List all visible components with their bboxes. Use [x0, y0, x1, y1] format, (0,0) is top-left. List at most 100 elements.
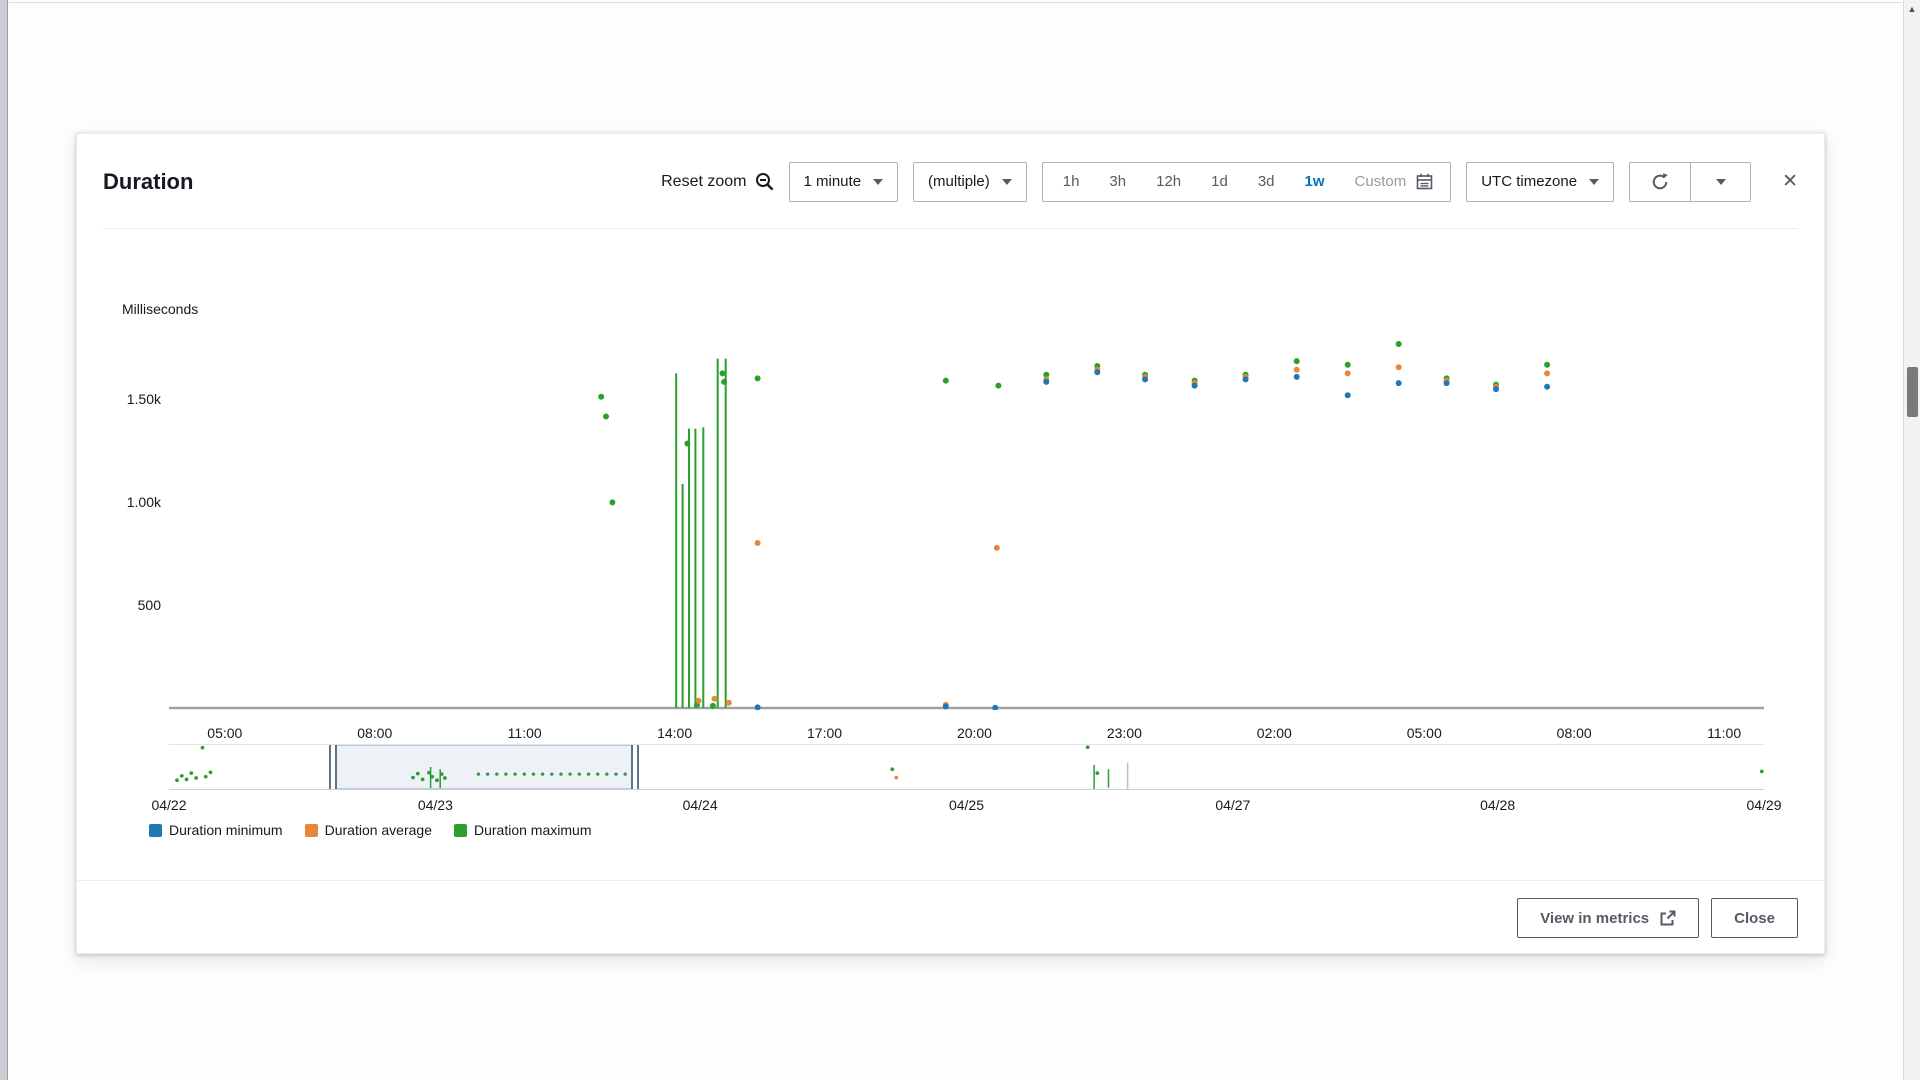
- zoom-out-icon: [755, 172, 774, 191]
- timeline-dot: [890, 767, 894, 771]
- scrollbar-thumb[interactable]: [1907, 367, 1918, 417]
- point-maximum: [1544, 362, 1550, 368]
- x-tick-label: 05:00: [190, 725, 260, 741]
- x-tick-label: 17:00: [790, 725, 860, 741]
- view-in-metrics-button[interactable]: View in metrics: [1517, 898, 1699, 938]
- point-minimum: [1094, 369, 1100, 375]
- point-maximum: [755, 375, 761, 381]
- timeline-dot: [1760, 770, 1764, 774]
- legend-label: Duration minimum: [169, 822, 283, 838]
- range-custom[interactable]: Custom: [1340, 163, 1415, 201]
- timeline-dot: [1086, 745, 1090, 749]
- legend-item[interactable]: Duration minimum: [149, 822, 283, 838]
- point-minimum: [1444, 380, 1450, 386]
- range-3h[interactable]: 3h: [1094, 163, 1141, 201]
- point-average: [1294, 367, 1300, 373]
- range-1w[interactable]: 1w: [1290, 163, 1340, 201]
- point-minimum: [1192, 383, 1198, 389]
- chart-plot-area[interactable]: [169, 229, 1764, 710]
- duration-metric-modal: Duration Reset zoom 1 minute (multiple) …: [76, 133, 1825, 954]
- point-maximum: [1294, 358, 1300, 364]
- refresh-button[interactable]: [1629, 162, 1691, 202]
- scrollbar-up-arrow[interactable]: ▲: [1904, 0, 1920, 17]
- x-tick-label: 14:00: [640, 725, 710, 741]
- modal-title: Duration: [103, 169, 193, 195]
- point-minimum: [1345, 392, 1351, 398]
- point-maximum: [721, 379, 727, 385]
- point-maximum: [995, 383, 1001, 389]
- refresh-options-button[interactable]: [1691, 162, 1751, 202]
- point-maximum: [710, 703, 716, 709]
- view-in-metrics-label: View in metrics: [1540, 910, 1649, 927]
- range-1h[interactable]: 1h: [1048, 163, 1095, 201]
- point-maximum: [1396, 341, 1402, 347]
- timeline-dot: [209, 770, 213, 774]
- legend-item[interactable]: Duration maximum: [454, 822, 591, 838]
- modal-close-icon[interactable]: ✕: [1782, 172, 1798, 191]
- point-minimum: [1043, 379, 1049, 385]
- time-range-control: 1h 3h 12h 1d 3d 1w Custom: [1042, 162, 1451, 202]
- brush-handle-right[interactable]: [631, 745, 639, 789]
- close-button[interactable]: Close: [1711, 898, 1798, 938]
- chevron-down-icon: [873, 179, 883, 185]
- range-12h[interactable]: 12h: [1141, 163, 1196, 201]
- point-minimum: [943, 704, 949, 710]
- point-minimum: [1243, 376, 1249, 382]
- modal-header: Duration Reset zoom 1 minute (multiple) …: [77, 134, 1824, 229]
- brush-handle-left[interactable]: [329, 745, 337, 789]
- legend-label: Duration average: [325, 822, 432, 838]
- statistic-select[interactable]: (multiple): [913, 162, 1027, 202]
- point-average: [712, 696, 718, 702]
- y-tick-label: 1.00k: [77, 494, 161, 510]
- point-minimum: [1544, 384, 1550, 390]
- chevron-down-icon: [1589, 179, 1599, 185]
- refresh-icon: [1650, 172, 1670, 192]
- point-maximum: [598, 394, 604, 400]
- x-tick-label: 08:00: [1539, 725, 1609, 741]
- timeline-dot: [180, 774, 184, 778]
- timeline-dot: [1095, 771, 1099, 775]
- reset-zoom-label: Reset zoom: [661, 173, 746, 191]
- range-3d[interactable]: 3d: [1243, 163, 1290, 201]
- window-left-edge: [0, 0, 8, 1080]
- period-select-value: 1 minute: [804, 173, 862, 190]
- external-link-icon: [1659, 910, 1676, 927]
- point-maximum: [1345, 362, 1351, 368]
- window-top-edge: [9, 2, 1902, 3]
- point-maximum: [603, 414, 609, 420]
- reset-zoom-button[interactable]: Reset zoom: [661, 172, 773, 191]
- timeline-brush[interactable]: [333, 745, 635, 789]
- point-average: [1396, 364, 1402, 370]
- range-1d[interactable]: 1d: [1196, 163, 1243, 201]
- legend-label: Duration maximum: [474, 822, 591, 838]
- timeline-overview[interactable]: [169, 744, 1764, 790]
- x-tick-label: 20:00: [939, 725, 1009, 741]
- period-select[interactable]: 1 minute: [789, 162, 899, 202]
- page-scrollbar[interactable]: ▲: [1903, 0, 1920, 1080]
- date-tick-label: 04/28: [1463, 797, 1533, 813]
- modal-footer: View in metrics Close: [77, 880, 1824, 955]
- y-tick-label: 500: [77, 597, 161, 613]
- x-tick-label: 05:00: [1389, 725, 1459, 741]
- legend-item[interactable]: Duration average: [305, 822, 432, 838]
- custom-range-calendar-button[interactable]: [1414, 163, 1445, 201]
- point-average: [726, 700, 732, 706]
- timeline-dot: [175, 778, 179, 782]
- chevron-down-icon: [1002, 179, 1012, 185]
- point-minimum: [1493, 386, 1499, 392]
- point-maximum: [684, 441, 690, 447]
- x-tick-label: 11:00: [1689, 725, 1759, 741]
- timeline-dot: [894, 776, 898, 780]
- close-button-label: Close: [1734, 910, 1775, 927]
- x-tick-label: 23:00: [1089, 725, 1159, 741]
- x-tick-label: 11:00: [490, 725, 560, 741]
- timeline-dot: [189, 771, 193, 775]
- timezone-select[interactable]: UTC timezone: [1466, 162, 1614, 202]
- refresh-split-button: [1629, 162, 1751, 202]
- date-tick-label: 04/23: [400, 797, 470, 813]
- legend-swatch: [149, 824, 162, 837]
- x-tick-label: 02:00: [1239, 725, 1309, 741]
- point-minimum: [755, 704, 761, 710]
- point-minimum: [1294, 374, 1300, 380]
- point-average: [1345, 370, 1351, 376]
